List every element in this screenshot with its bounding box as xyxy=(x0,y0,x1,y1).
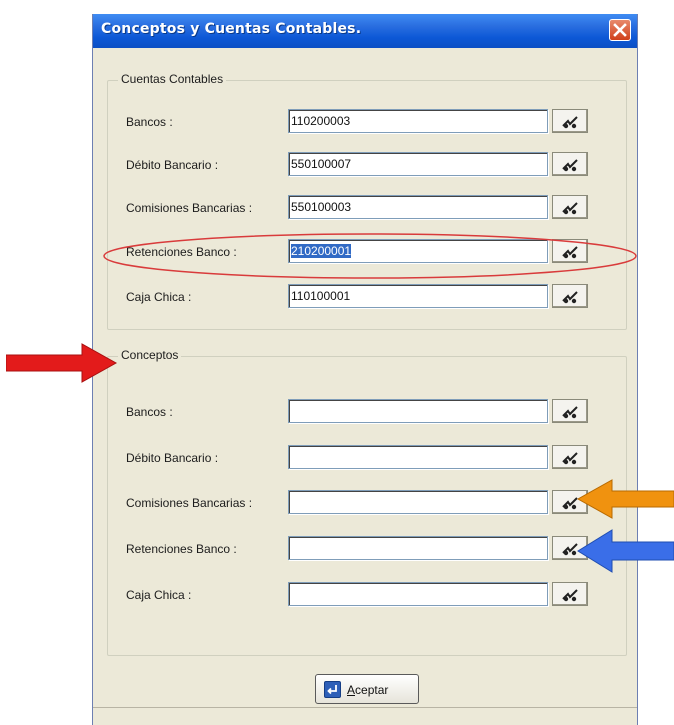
status-bar xyxy=(93,707,637,725)
conceptos-debito-field[interactable] xyxy=(288,445,548,469)
cuentas-bancos-label: Bancos : xyxy=(126,115,173,129)
dialog-window: Conceptos y Cuentas Contables. Cuentas C… xyxy=(92,14,638,725)
glasses-icon xyxy=(562,406,578,419)
glasses-icon xyxy=(562,116,578,129)
conceptos-caja-lookup-button[interactable] xyxy=(552,582,588,606)
conceptos-bancos-field[interactable] xyxy=(288,399,548,423)
orange-arrow xyxy=(576,479,674,519)
cuentas-debito-lookup-button[interactable] xyxy=(552,152,588,176)
conceptos-debito-lookup-button[interactable] xyxy=(552,445,588,469)
title-bar[interactable]: Conceptos y Cuentas Contables. xyxy=(93,14,637,48)
aceptar-button[interactable]: Aceptar xyxy=(315,674,419,704)
close-button[interactable] xyxy=(609,19,631,41)
conceptos-retenciones-field[interactable] xyxy=(288,536,548,560)
enter-icon xyxy=(324,681,341,698)
cuentas-contables-group: Cuentas Contables Bancos : 110200003 Déb… xyxy=(107,72,627,330)
glasses-icon xyxy=(562,291,578,304)
conceptos-row-debito: Débito Bancario : xyxy=(108,445,626,471)
cuentas-row-bancos: Bancos : 110200003 xyxy=(108,109,626,135)
conceptos-row-caja: Caja Chica : xyxy=(108,582,626,608)
red-arrow xyxy=(6,343,118,383)
cuentas-contables-legend: Cuentas Contables xyxy=(118,72,227,86)
glasses-icon xyxy=(562,589,578,602)
conceptos-bancos-lookup-button[interactable] xyxy=(552,399,588,423)
cuentas-caja-lookup-button[interactable] xyxy=(552,284,588,308)
conceptos-row-retenciones: Retenciones Banco : xyxy=(108,536,626,562)
conceptos-row-bancos: Bancos : xyxy=(108,399,626,425)
window-title: Conceptos y Cuentas Contables. xyxy=(101,21,362,37)
cuentas-comisiones-lookup-button[interactable] xyxy=(552,195,588,219)
conceptos-comisiones-label: Comisiones Bancarias : xyxy=(126,496,253,510)
cuentas-bancos-field[interactable]: 110200003 xyxy=(288,109,548,133)
cuentas-bancos-lookup-button[interactable] xyxy=(552,109,588,133)
close-icon xyxy=(613,23,627,37)
cuentas-comisiones-field[interactable]: 550100003 xyxy=(288,195,548,219)
conceptos-bancos-label: Bancos : xyxy=(126,405,173,419)
cuentas-debito-field[interactable]: 550100007 xyxy=(288,152,548,176)
cuentas-caja-field[interactable]: 110100001 xyxy=(288,284,548,308)
cuentas-row-comisiones: Comisiones Bancarias : 550100003 xyxy=(108,195,626,221)
cuentas-caja-label: Caja Chica : xyxy=(126,290,192,304)
conceptos-retenciones-label: Retenciones Banco : xyxy=(126,542,237,556)
conceptos-group: Conceptos Bancos : Débito Bancario : Com… xyxy=(107,348,627,656)
cuentas-debito-label: Débito Bancario : xyxy=(126,158,219,172)
glasses-icon xyxy=(562,452,578,465)
blue-arrow xyxy=(577,529,674,573)
cuentas-row-debito: Débito Bancario : 550100007 xyxy=(108,152,626,178)
cuentas-row-caja: Caja Chica : 110100001 xyxy=(108,284,626,310)
conceptos-debito-label: Débito Bancario : xyxy=(126,451,219,465)
conceptos-comisiones-field[interactable] xyxy=(288,490,548,514)
conceptos-caja-field[interactable] xyxy=(288,582,548,606)
highlight-ellipse xyxy=(103,233,637,279)
cuentas-comisiones-label: Comisiones Bancarias : xyxy=(126,201,253,215)
conceptos-row-comisiones: Comisiones Bancarias : xyxy=(108,490,626,516)
glasses-icon xyxy=(562,159,578,172)
conceptos-caja-label: Caja Chica : xyxy=(126,588,192,602)
conceptos-legend: Conceptos xyxy=(118,348,182,362)
aceptar-label: Aceptar xyxy=(347,683,389,697)
glasses-icon xyxy=(562,202,578,215)
